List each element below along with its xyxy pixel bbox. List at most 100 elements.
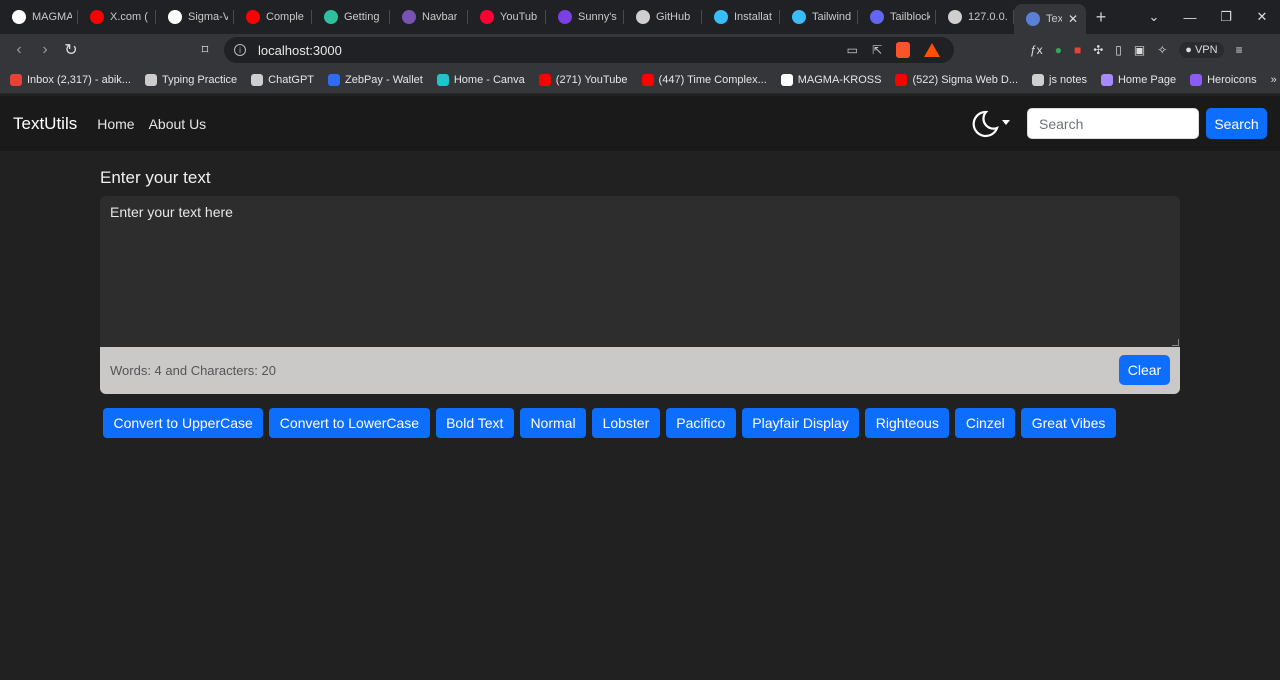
bookmark-10[interactable]: Home Page	[1100, 73, 1177, 86]
tab-3[interactable]: Comple	[234, 0, 312, 34]
tab-label: MAGMA	[32, 11, 72, 23]
tab-1[interactable]: X.com (	[78, 0, 156, 34]
action-button-playfair-display[interactable]: Playfair Display	[741, 408, 860, 438]
tab-12[interactable]: 127.0.0.	[936, 0, 1014, 34]
action-button-bold-text[interactable]: Bold Text	[435, 408, 514, 438]
brand[interactable]: TextUtils	[13, 114, 77, 134]
brave-rewards-icon[interactable]	[924, 43, 940, 57]
window-close-icon[interactable]: ✕	[1244, 9, 1280, 25]
tab-6[interactable]: YouTub	[468, 0, 546, 34]
cast-icon[interactable]: ▭	[847, 43, 858, 57]
tab-8[interactable]: GitHub	[624, 0, 702, 34]
tailwind-icon	[792, 10, 806, 24]
reload-icon[interactable]: ↻	[58, 40, 84, 60]
nav-about[interactable]: About Us	[149, 116, 207, 132]
close-icon[interactable]: ✕	[1068, 12, 1078, 26]
bookmark-9[interactable]: js notes	[1032, 73, 1087, 86]
leo-ai-icon[interactable]: ✧	[1157, 43, 1167, 57]
action-button-pacifico[interactable]: Pacifico	[665, 408, 736, 438]
address-bar[interactable]: i localhost:3000 ▭ ⇱	[224, 37, 954, 63]
bookmark-11[interactable]: Heroicons	[1190, 73, 1257, 86]
action-button-normal[interactable]: Normal	[519, 408, 587, 438]
bookmark-label: Heroicons	[1207, 73, 1257, 86]
bookmark-label: Home Page	[1117, 73, 1177, 86]
tab-list: MAGMA X.com (Sigma-V Comple Getting Navbar Yo…	[0, 0, 1014, 34]
keyboard-icon	[144, 73, 157, 86]
tab-9[interactable]: Installat	[702, 0, 780, 34]
bookmark-label: (522) Sigma Web D...	[912, 73, 1019, 86]
bookmark-6[interactable]: (447) Time Complex...	[641, 73, 767, 86]
action-button-cinzel[interactable]: Cinzel	[955, 408, 1016, 438]
textutils-icon	[1026, 12, 1040, 26]
shield-icon	[1190, 73, 1203, 86]
chevron-down-icon[interactable]	[1002, 120, 1010, 125]
red-extension-icon[interactable]: ■	[1074, 43, 1081, 57]
share-icon[interactable]: ⇱	[872, 43, 882, 57]
nav-home[interactable]: Home	[97, 116, 134, 132]
globe-icon	[948, 10, 962, 24]
action-button-righteous[interactable]: Righteous	[865, 408, 950, 438]
menu-icon[interactable]: ≡	[1236, 43, 1243, 57]
canva-icon	[436, 73, 449, 86]
tab-search-icon[interactable]: ⌄	[1136, 9, 1172, 25]
text-input[interactable]: Enter your text here	[100, 196, 1180, 347]
youtube-icon	[895, 73, 908, 86]
action-button-convert-to-lowercase[interactable]: Convert to LowerCase	[269, 408, 430, 438]
tab-0[interactable]: MAGMA	[0, 0, 78, 34]
page-heading: Enter your text	[100, 168, 211, 187]
bookmark-icon[interactable]: ⌑	[192, 42, 218, 58]
tab-label: Getting	[344, 11, 380, 23]
tab-active[interactable]: Text ✕	[1014, 4, 1086, 34]
tab-10[interactable]: Tailwind	[780, 0, 858, 34]
tab-4[interactable]: Getting	[312, 0, 390, 34]
sidebar-icon[interactable]: ▯	[1115, 43, 1122, 57]
site-info-icon[interactable]: i	[234, 44, 246, 56]
bookmark-0[interactable]: Inbox (2,317) - abik...	[10, 73, 131, 86]
tab-7[interactable]: Sunny's	[546, 0, 624, 34]
action-button-lobster[interactable]: Lobster	[592, 408, 660, 438]
maximize-icon[interactable]: ❐	[1208, 9, 1244, 25]
search-input[interactable]	[1027, 108, 1199, 139]
formula-extension-icon[interactable]: ƒx	[1030, 43, 1043, 57]
search-button[interactable]: Search	[1206, 108, 1267, 139]
forward-icon[interactable]: ›	[32, 41, 58, 59]
green-extension-icon[interactable]: ●	[1055, 43, 1062, 57]
clear-button[interactable]: Clear	[1119, 355, 1170, 385]
bookmark-7[interactable]: MAGMA-KROSS	[780, 73, 881, 86]
resize-handle[interactable]	[1172, 339, 1179, 346]
cloud-icon	[1100, 73, 1113, 86]
bookmark-label: ZebPay - Wallet	[345, 73, 423, 86]
youtube-icon	[246, 10, 260, 24]
extensions-puzzle-icon[interactable]: ✣	[1093, 43, 1103, 57]
bookmark-3[interactable]: ZebPay - Wallet	[328, 73, 423, 86]
bookmark-4[interactable]: Home - Canva	[436, 73, 525, 86]
action-button-convert-to-uppercase[interactable]: Convert to UpperCase	[103, 408, 264, 438]
bookmark-1[interactable]: Typing Practice	[144, 73, 237, 86]
vpn-label: VPN	[1194, 44, 1218, 56]
action-buttons: Convert to UpperCase Convert to LowerCase…	[103, 408, 1116, 438]
action-button-great-vibes[interactable]: Great Vibes	[1021, 408, 1116, 438]
vpn-button[interactable]: ● VPN	[1179, 42, 1224, 58]
bookmarks-overflow-icon[interactable]: »	[1271, 74, 1277, 86]
bookmark-5[interactable]: (271) YouTube	[538, 73, 628, 86]
tab-5[interactable]: Navbar	[390, 0, 468, 34]
github-icon	[168, 10, 182, 24]
tab-2[interactable]: Sigma-V	[156, 0, 234, 34]
new-tab-button[interactable]: +	[1086, 7, 1116, 28]
back-icon[interactable]: ‹	[6, 41, 32, 59]
brave-shields-icon[interactable]	[896, 42, 910, 58]
bookmark-2[interactable]: ChatGPT	[251, 73, 314, 86]
github-icon	[12, 10, 26, 24]
bookmark-8[interactable]: (522) Sigma Web D...	[895, 73, 1019, 86]
moon-icon[interactable]	[969, 109, 999, 139]
minimize-icon[interactable]: —	[1172, 10, 1208, 25]
bookmarks-bar: Inbox (2,317) - abik... Typing Practice Ch…	[0, 66, 1280, 94]
wallet-icon[interactable]: ▣	[1134, 43, 1145, 57]
bootstrap-icon	[402, 10, 416, 24]
tab-11[interactable]: Tailblock	[858, 0, 936, 34]
bookmark-label: Inbox (2,317) - abik...	[27, 73, 131, 86]
tailwind-icon	[714, 10, 728, 24]
browser-tab-strip: MAGMA X.com (Sigma-V Comple Getting Navbar Yo…	[0, 0, 1280, 34]
app-navbar: TextUtils Home About Us Search	[0, 96, 1280, 151]
openai-icon	[251, 73, 264, 86]
